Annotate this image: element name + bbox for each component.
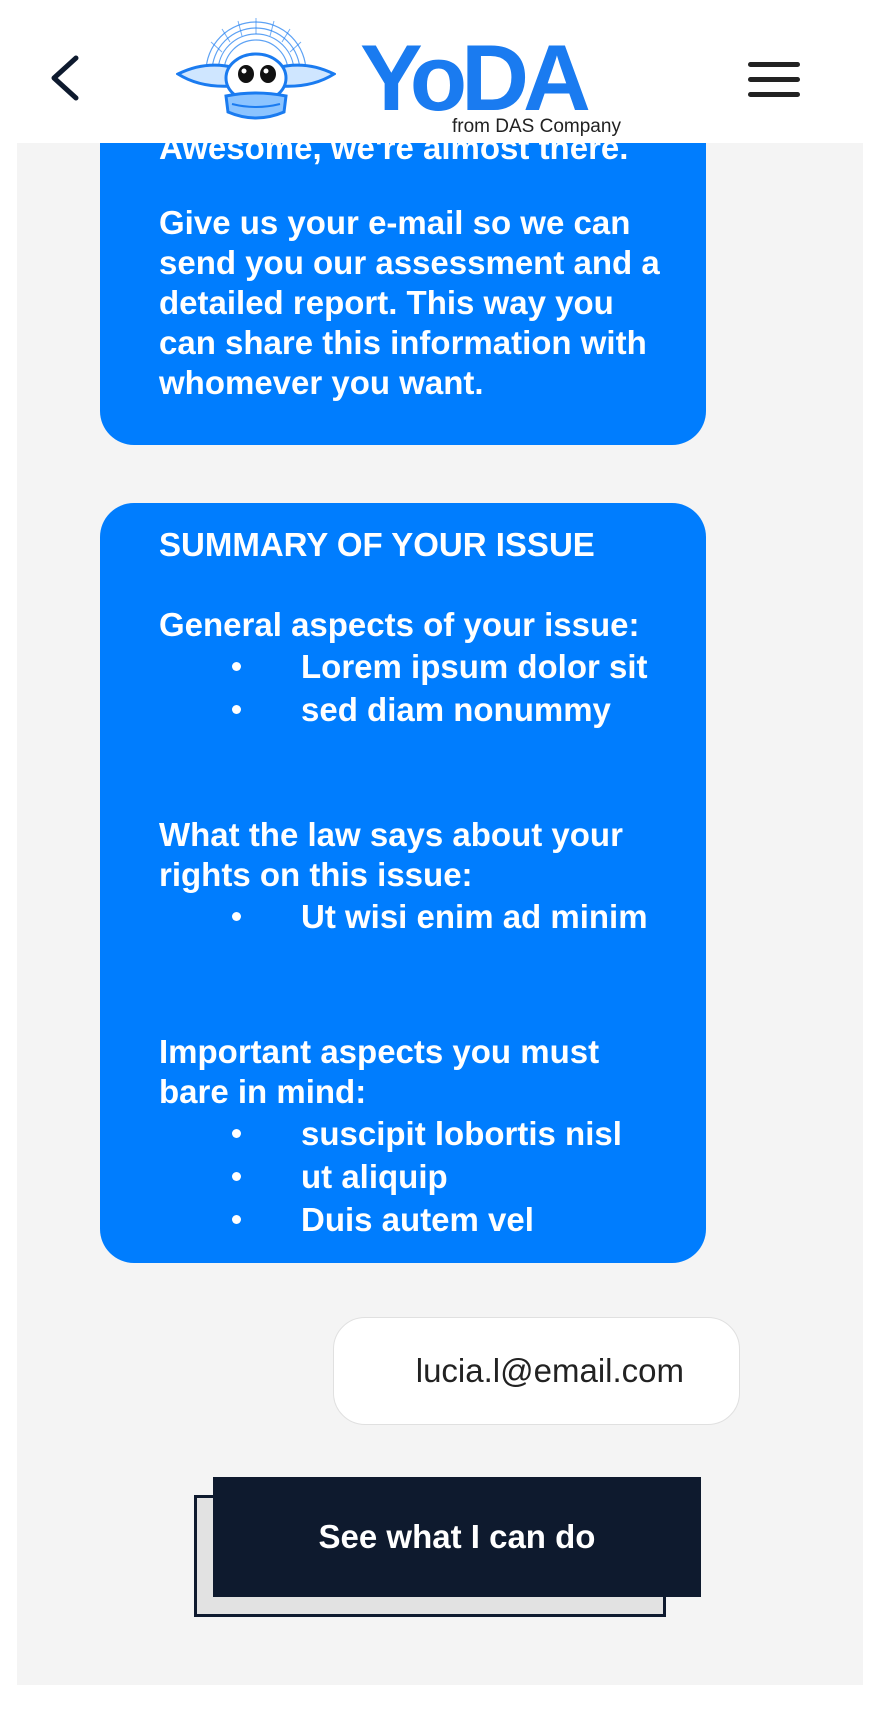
section-title: General aspects of your issue: (159, 606, 640, 643)
hamburger-menu-icon (748, 62, 800, 97)
summary-title: SUMMARY OF YOUR ISSUE (159, 526, 595, 563)
bullet-icon (232, 1215, 241, 1224)
message-text: Give us your e-mail so we can send you o… (159, 204, 660, 401)
logo-tagline: from DAS Company (452, 116, 621, 137)
user-reply-email: lucia.l@email.com (333, 1317, 740, 1425)
list-item: Duis autem vel (159, 1198, 676, 1241)
list-item: suscipit lobortis nisl (159, 1112, 676, 1155)
yoda-mascot-logo (176, 18, 336, 120)
app-header: YoDA from DAS Company (0, 0, 880, 143)
bullet-list: suscipit lobortis nisl ut aliquip Duis a… (159, 1112, 676, 1241)
list-item: ut aliquip (159, 1155, 676, 1198)
bot-message-summary: SUMMARY OF YOUR ISSUE General aspects of… (100, 503, 706, 1263)
yoda-logo: YoDA (360, 32, 595, 122)
bullet-list: Lorem ipsum dolor sit sed diam nonummy (159, 645, 676, 731)
list-item: Ut wisi enim ad minim (159, 895, 676, 938)
section-title: Important aspects you must bare in mind: (159, 1033, 600, 1110)
bullet-icon (232, 662, 241, 671)
user-email-text: lucia.l@email.com (415, 1352, 684, 1389)
chevron-left-icon (51, 55, 79, 101)
list-item: sed diam nonummy (159, 688, 676, 731)
list-item: Lorem ipsum dolor sit (159, 645, 676, 688)
back-button[interactable] (42, 50, 92, 106)
chat-area: Awesome, we're almost there. Give us you… (17, 0, 863, 1685)
list-item-text: sed diam nonummy (301, 691, 611, 728)
bullet-icon (232, 912, 241, 921)
list-item-text: suscipit lobortis nisl (301, 1115, 622, 1152)
list-item-text: Duis autem vel (301, 1201, 534, 1238)
see-what-i-can-do-button[interactable]: See what I can do (213, 1477, 701, 1597)
logo-text: YoDA (360, 32, 589, 122)
bullet-icon (232, 1129, 241, 1138)
menu-button[interactable] (746, 60, 802, 100)
bullet-list: Ut wisi enim ad minim (159, 895, 676, 938)
bullet-icon (232, 705, 241, 714)
list-item-text: Ut wisi enim ad minim (301, 898, 648, 935)
list-item-text: Lorem ipsum dolor sit (301, 648, 648, 685)
bullet-icon (232, 1172, 241, 1181)
list-item-text: ut aliquip (301, 1158, 448, 1195)
section-title: What the law says about your rights on t… (159, 816, 623, 893)
